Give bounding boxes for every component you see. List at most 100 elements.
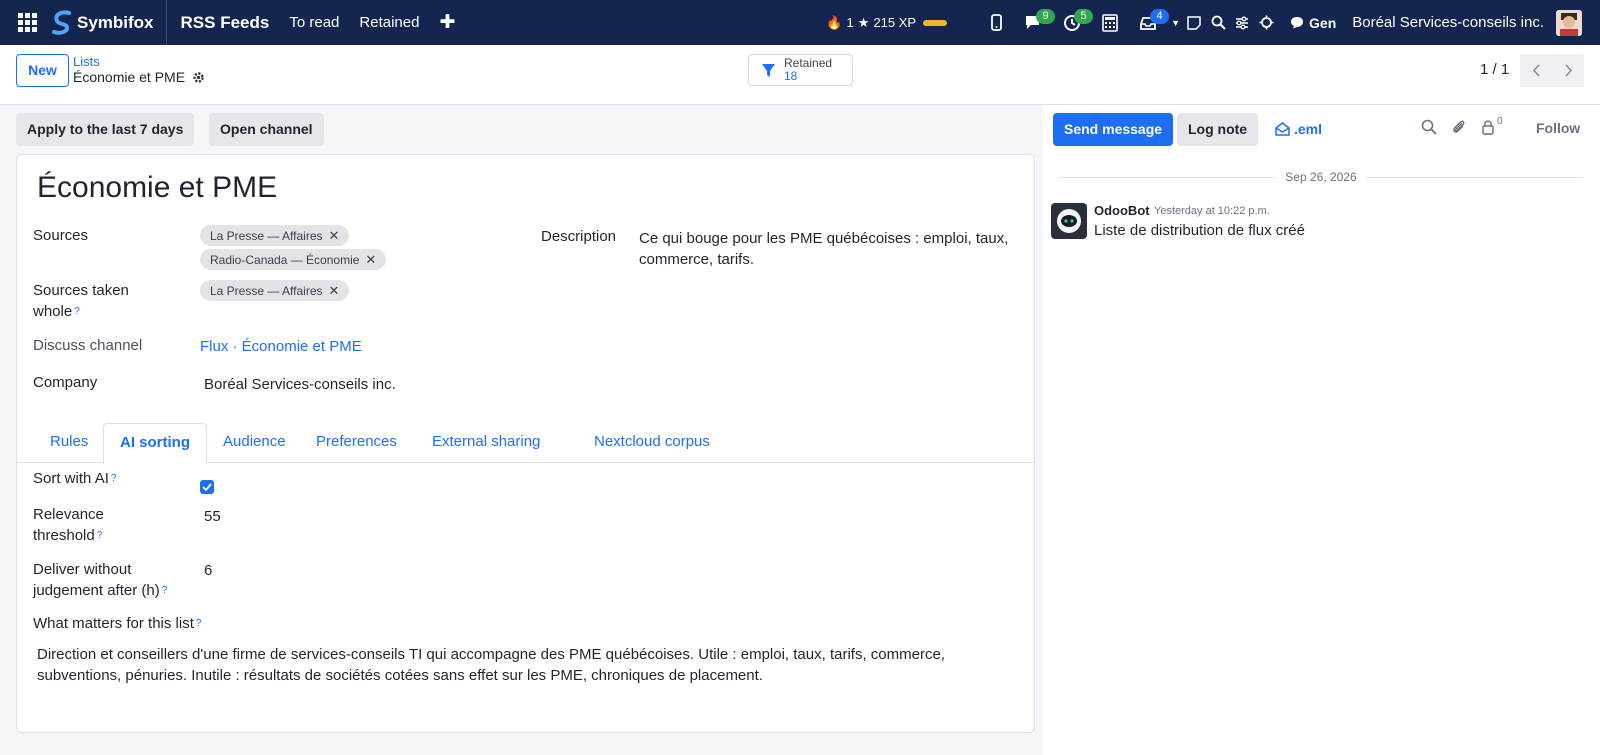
record-title[interactable]: Économie et PME (37, 171, 277, 205)
streak-count: 1 (846, 15, 854, 30)
gamification-widget[interactable]: 🔥 1 ★ 215 XP (826, 14, 948, 31)
chevron-right-icon (1564, 64, 1572, 77)
company-switcher[interactable]: Boréal Services-conseils inc. (1352, 14, 1544, 31)
brand-logo[interactable]: Symbifox (45, 0, 167, 45)
source-tag-label: La Presse — Affaires (210, 284, 323, 298)
breadcrumb-current-label: Économie et PME (73, 69, 186, 85)
help-icon[interactable]: ? (97, 530, 103, 541)
source-whole-tag: La Presse — Affaires ✕ (200, 280, 350, 301)
help-icon[interactable]: ? (196, 618, 202, 629)
followers-count: 0 (1497, 116, 1503, 127)
help-icon[interactable]: ? (74, 306, 80, 317)
menu-to-read[interactable]: To read (289, 14, 339, 31)
eml-label: .eml (1294, 121, 1323, 137)
filter-icon (762, 63, 775, 77)
chevron-down-icon[interactable]: ▼ (1171, 18, 1180, 28)
breadcrumb-lists[interactable]: Lists (73, 54, 100, 69)
breadcrumb-current: Économie et PME (73, 69, 205, 85)
sort-with-ai-checkbox[interactable] (200, 480, 214, 494)
remove-tag-icon[interactable]: ✕ (329, 283, 340, 298)
what-matters-label: What matters for this list? (33, 615, 202, 632)
new-button[interactable]: New (16, 54, 69, 87)
lock-icon (1482, 120, 1494, 135)
follow-button[interactable]: Follow (1536, 120, 1580, 136)
message-time: Yesterday at 10:22 p.m. (1154, 205, 1270, 217)
brand-icon (52, 10, 71, 35)
discuss-channel-link[interactable]: Flux · Économie et PME (200, 336, 362, 357)
help-icon[interactable]: ? (111, 473, 117, 484)
flame-icon: 🔥 (826, 14, 843, 30)
user-avatar[interactable] (1556, 9, 1582, 36)
tab-preferences[interactable]: Preferences (300, 423, 413, 463)
tab-external-sharing[interactable]: External sharing (416, 423, 556, 463)
source-tag-label: La Presse — Affaires (210, 229, 323, 243)
chatter-panel: Send message Log note .eml 0 Follow Sep … (1043, 105, 1600, 755)
followers-button[interactable]: 0 (1481, 116, 1503, 135)
xp-value: 215 XP (873, 15, 917, 30)
messages-badge: 9 (1036, 9, 1056, 24)
star-icon: ★ (857, 14, 870, 30)
open-channel-button[interactable]: Open channel (209, 113, 324, 146)
pager-value[interactable]: 1 / 1 (1480, 61, 1509, 78)
ai-chat-label: Gen (1309, 14, 1337, 31)
apply-last-7-days-button[interactable]: Apply to the last 7 days (16, 113, 195, 146)
search-messages-icon[interactable] (1421, 119, 1437, 138)
date-separator: Sep 26, 2026 (1059, 169, 1583, 185)
what-matters-field[interactable]: Direction et conseillers d'une firme de … (37, 644, 997, 686)
form-sheet: Économie et PME Sources La Presse — Affa… (16, 154, 1035, 733)
notebook-tabs: Rules AI sorting Audience Preferences Ex… (17, 423, 1034, 464)
paperclip-icon[interactable] (1451, 119, 1467, 139)
deliver-after-field[interactable]: 6 (204, 560, 212, 581)
source-tag: Radio-Canada — Économie ✕ (200, 249, 387, 270)
mobile-icon[interactable] (983, 0, 1009, 45)
quick-create-plus-icon[interactable]: ✚ (439, 11, 455, 34)
odoobot-avatar[interactable] (1051, 203, 1087, 239)
remove-tag-icon[interactable]: ✕ (365, 252, 376, 267)
chat-bubble-icon (1291, 17, 1304, 29)
brand-name: Symbifox (77, 12, 154, 32)
ai-chat-button[interactable]: Gen (1290, 15, 1336, 31)
bug-icon[interactable] (1255, 0, 1277, 45)
tab-audience[interactable]: Audience (207, 423, 302, 463)
deliver-without-judgement-label: Deliver without judgement after (h)? (33, 561, 168, 599)
send-message-button[interactable]: Send message (1053, 113, 1174, 146)
gear-icon[interactable] (192, 71, 205, 84)
description-field[interactable]: Ce qui bouge pour les PME québécoises : … (639, 228, 1024, 270)
pager-previous-button[interactable] (1520, 54, 1552, 87)
app-name[interactable]: RSS Feeds (181, 13, 270, 33)
inbox-icon[interactable]: 4 (1135, 0, 1170, 45)
control-panel: New Lists Économie et PME Retained 18 1 … (0, 45, 1600, 105)
source-tag-label: Radio-Canada — Économie (210, 253, 360, 267)
chevron-left-icon (1532, 64, 1540, 77)
sources-whole-label: Sources taken whole? (33, 282, 129, 320)
pager-next-button[interactable] (1552, 54, 1584, 87)
message-author[interactable]: OdooBot (1094, 203, 1150, 218)
sliders-icon[interactable] (1231, 0, 1253, 45)
relevance-threshold-label: Relevance threshold? (33, 506, 104, 544)
envelope-open-icon (1275, 122, 1290, 136)
app-menu-icon[interactable] (9, 0, 45, 45)
log-note-button[interactable]: Log note (1177, 113, 1259, 146)
sources-label: Sources (33, 227, 89, 244)
company-field[interactable]: Boréal Services-conseils inc. (204, 374, 396, 395)
description-label: Description (541, 228, 617, 245)
calculator-icon[interactable] (1097, 0, 1123, 45)
discuss-channel-label: Discuss channel (33, 337, 143, 354)
relevance-threshold-field[interactable]: 55 (204, 506, 221, 527)
messages-icon[interactable]: 9 (1021, 0, 1056, 45)
smart-button-count: 18 (784, 69, 798, 83)
eml-button[interactable]: .eml (1275, 121, 1322, 137)
tab-ai-sorting[interactable]: AI sorting (103, 423, 207, 464)
help-icon[interactable]: ? (162, 585, 168, 596)
check-icon (202, 483, 212, 491)
retained-smart-button[interactable]: Retained 18 (748, 54, 853, 86)
note-icon[interactable] (1183, 0, 1205, 45)
sort-with-ai-label: Sort with AI? (33, 470, 117, 487)
message-body: Liste de distribution de flux créé (1094, 222, 1305, 239)
tab-nextcloud-corpus[interactable]: Nextcloud corpus (578, 423, 726, 463)
remove-tag-icon[interactable]: ✕ (329, 228, 340, 243)
search-icon[interactable] (1207, 0, 1229, 45)
activity-clock-icon[interactable]: 5 (1059, 0, 1094, 45)
tab-rules[interactable]: Rules (34, 423, 104, 463)
menu-retained[interactable]: Retained (359, 14, 419, 31)
